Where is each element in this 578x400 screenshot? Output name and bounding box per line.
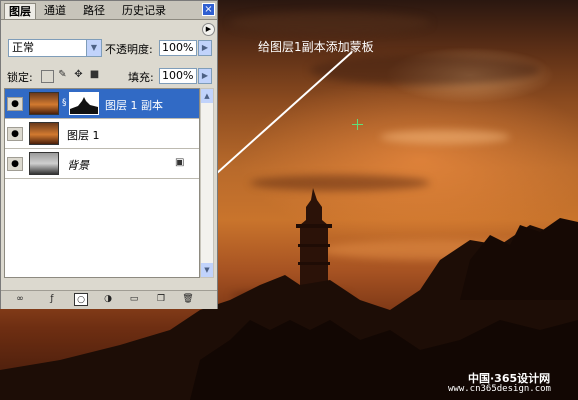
tab-paths[interactable]: 路径 <box>79 3 109 19</box>
fill-slider-button[interactable]: ▶ <box>198 68 212 84</box>
eye-icon[interactable]: ● <box>7 97 23 111</box>
blend-mode-select[interactable]: 正常 ▼ <box>8 39 102 57</box>
layer-row-background[interactable]: ● 背景 ▣ <box>5 149 199 179</box>
palette-bottom-toolbar: ∞ ƒ ○ ◑ ▭ ❐ 🗑 <box>1 290 217 309</box>
opacity-label: 不透明度: <box>105 43 153 56</box>
lock-paint-brush-icon[interactable]: ✎ <box>57 69 68 80</box>
scroll-down-icon[interactable]: ▼ <box>201 263 213 277</box>
link-icon[interactable]: ∞ <box>13 293 27 306</box>
layer-row-layer1[interactable]: ● 图层 1 <box>5 119 199 149</box>
trash-icon[interactable]: 🗑 <box>181 293 195 306</box>
mask-preview-icon <box>70 97 98 114</box>
tab-channels[interactable]: 通道 <box>40 3 70 19</box>
adjustment-layer-icon[interactable]: ◑ <box>101 293 115 306</box>
layer-style-icon[interactable]: ƒ <box>45 293 59 306</box>
layers-list: ● § 图层 1 副本 ● 图层 1 ● 背景 ▣ <box>4 88 200 278</box>
tab-history[interactable]: 历史记录 <box>118 3 170 19</box>
layer-thumbnail <box>29 152 59 175</box>
layers-scrollbar[interactable]: ▲ ▼ <box>200 88 214 278</box>
layers-palette: 图层 通道 路径 历史记录 × ▶ 正常 ▼ 不透明度: 100% ▶ 锁定: … <box>0 0 218 309</box>
eye-icon[interactable]: ● <box>7 157 23 171</box>
palette-menu-icon[interactable]: ▶ <box>202 23 215 36</box>
close-button[interactable]: × <box>202 3 215 16</box>
opacity-slider-button[interactable]: ▶ <box>198 40 212 56</box>
add-mask-icon[interactable]: ○ <box>74 293 88 306</box>
crosshair-cursor-icon <box>352 119 363 130</box>
palette-tabs: 图层 通道 路径 历史记录 × <box>1 1 217 20</box>
fill-label: 填充: <box>128 71 154 84</box>
lock-label: 锁定: <box>7 71 33 84</box>
new-group-icon[interactable]: ▭ <box>127 293 141 306</box>
chain-link-icon[interactable]: § <box>62 98 67 108</box>
layer-thumbnail <box>29 122 59 145</box>
layer-name: 背景 <box>67 159 89 172</box>
eye-icon[interactable]: ● <box>7 127 23 141</box>
new-layer-icon[interactable]: ❐ <box>154 293 168 306</box>
layer-name: 图层 1 <box>67 129 100 142</box>
lock-move-icon[interactable]: ✥ <box>73 69 84 80</box>
blend-opacity-row: 正常 ▼ 不透明度: 100% ▶ <box>5 39 217 59</box>
annotation-text: 给图层1副本添加蒙板 <box>258 40 374 54</box>
watermark-url: www.cn365design.com <box>448 384 551 394</box>
layer-row-layer1-copy[interactable]: ● § 图层 1 副本 <box>5 89 199 119</box>
opacity-input[interactable]: 100% <box>159 40 197 56</box>
lock-icon: ▣ <box>175 157 185 168</box>
layer-thumbnail <box>29 92 59 115</box>
tab-layers[interactable]: 图层 <box>4 3 36 19</box>
layer-mask-thumbnail[interactable] <box>69 92 99 115</box>
layer-name: 图层 1 副本 <box>105 99 163 112</box>
lock-all-icon[interactable]: ■ <box>89 69 100 80</box>
blend-mode-value: 正常 <box>12 41 34 54</box>
fill-input[interactable]: 100% <box>159 68 197 84</box>
scroll-up-icon[interactable]: ▲ <box>201 89 213 103</box>
lock-transparency-icon[interactable] <box>41 70 54 83</box>
chevron-down-icon[interactable]: ▼ <box>86 40 101 56</box>
